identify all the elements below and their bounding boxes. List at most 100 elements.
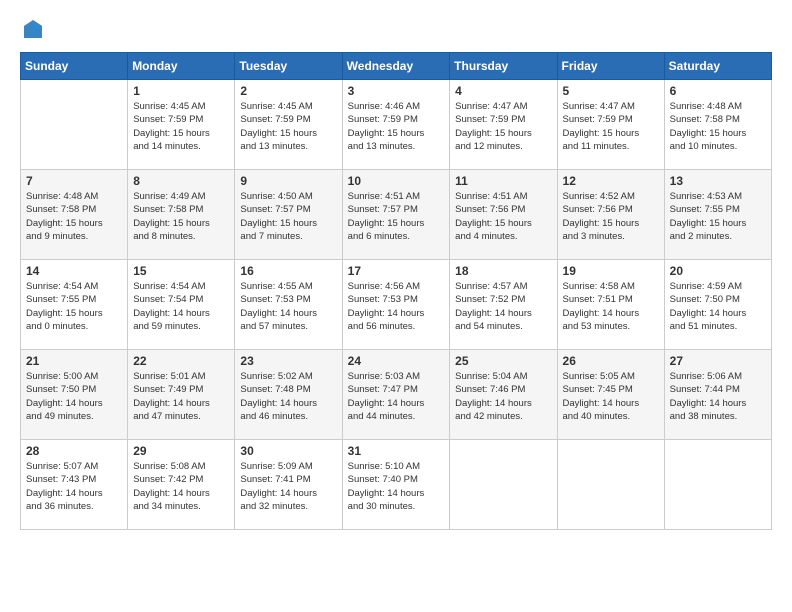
calendar-cell: 11 Sunrise: 4:51 AM Sunset: 7:56 PM Dayli… bbox=[450, 170, 557, 260]
cell-info: Sunrise: 5:08 AM Sunset: 7:42 PM Dayligh… bbox=[133, 460, 229, 513]
calendar-cell bbox=[557, 440, 664, 530]
day-number: 28 bbox=[26, 444, 122, 458]
logo-icon bbox=[22, 18, 44, 40]
day-number: 6 bbox=[670, 84, 766, 98]
day-number: 25 bbox=[455, 354, 551, 368]
calendar-cell: 24 Sunrise: 5:03 AM Sunset: 7:47 PM Dayli… bbox=[342, 350, 450, 440]
day-number: 4 bbox=[455, 84, 551, 98]
day-number: 30 bbox=[240, 444, 336, 458]
calendar-cell bbox=[21, 80, 128, 170]
calendar-cell: 26 Sunrise: 5:05 AM Sunset: 7:45 PM Dayli… bbox=[557, 350, 664, 440]
calendar-cell: 23 Sunrise: 5:02 AM Sunset: 7:48 PM Dayli… bbox=[235, 350, 342, 440]
column-header-sunday: Sunday bbox=[21, 53, 128, 80]
cell-info: Sunrise: 4:49 AM Sunset: 7:58 PM Dayligh… bbox=[133, 190, 229, 243]
day-number: 12 bbox=[563, 174, 659, 188]
cell-info: Sunrise: 4:45 AM Sunset: 7:59 PM Dayligh… bbox=[133, 100, 229, 153]
cell-info: Sunrise: 4:48 AM Sunset: 7:58 PM Dayligh… bbox=[26, 190, 122, 243]
calendar-cell: 30 Sunrise: 5:09 AM Sunset: 7:41 PM Dayli… bbox=[235, 440, 342, 530]
calendar-week-row: 1 Sunrise: 4:45 AM Sunset: 7:59 PM Daylig… bbox=[21, 80, 772, 170]
cell-info: Sunrise: 5:07 AM Sunset: 7:43 PM Dayligh… bbox=[26, 460, 122, 513]
cell-info: Sunrise: 5:10 AM Sunset: 7:40 PM Dayligh… bbox=[348, 460, 445, 513]
cell-info: Sunrise: 5:01 AM Sunset: 7:49 PM Dayligh… bbox=[133, 370, 229, 423]
day-number: 13 bbox=[670, 174, 766, 188]
cell-info: Sunrise: 4:58 AM Sunset: 7:51 PM Dayligh… bbox=[563, 280, 659, 333]
calendar-cell: 10 Sunrise: 4:51 AM Sunset: 7:57 PM Dayli… bbox=[342, 170, 450, 260]
day-number: 27 bbox=[670, 354, 766, 368]
cell-info: Sunrise: 4:59 AM Sunset: 7:50 PM Dayligh… bbox=[670, 280, 766, 333]
column-header-tuesday: Tuesday bbox=[235, 53, 342, 80]
calendar-header-row: SundayMondayTuesdayWednesdayThursdayFrid… bbox=[21, 53, 772, 80]
calendar-cell: 5 Sunrise: 4:47 AM Sunset: 7:59 PM Daylig… bbox=[557, 80, 664, 170]
day-number: 22 bbox=[133, 354, 229, 368]
calendar-week-row: 28 Sunrise: 5:07 AM Sunset: 7:43 PM Dayli… bbox=[21, 440, 772, 530]
column-header-saturday: Saturday bbox=[664, 53, 771, 80]
cell-info: Sunrise: 5:02 AM Sunset: 7:48 PM Dayligh… bbox=[240, 370, 336, 423]
day-number: 10 bbox=[348, 174, 445, 188]
day-number: 9 bbox=[240, 174, 336, 188]
calendar-cell: 15Sunrise: 4:54 AM Sunset: 7:54 PM Dayli… bbox=[128, 260, 235, 350]
cell-info: Sunrise: 5:03 AM Sunset: 7:47 PM Dayligh… bbox=[348, 370, 445, 423]
calendar-cell: 17 Sunrise: 4:56 AM Sunset: 7:53 PM Dayli… bbox=[342, 260, 450, 350]
calendar-week-row: 21Sunrise: 5:00 AM Sunset: 7:50 PM Dayli… bbox=[21, 350, 772, 440]
day-number: 11 bbox=[455, 174, 551, 188]
calendar-cell: 27 Sunrise: 5:06 AM Sunset: 7:44 PM Dayli… bbox=[664, 350, 771, 440]
day-number: 17 bbox=[348, 264, 445, 278]
calendar-cell: 18 Sunrise: 4:57 AM Sunset: 7:52 PM Dayli… bbox=[450, 260, 557, 350]
calendar-cell: 22 Sunrise: 5:01 AM Sunset: 7:49 PM Dayli… bbox=[128, 350, 235, 440]
calendar-cell: 21Sunrise: 5:00 AM Sunset: 7:50 PM Dayli… bbox=[21, 350, 128, 440]
calendar-cell: 25 Sunrise: 5:04 AM Sunset: 7:46 PM Dayli… bbox=[450, 350, 557, 440]
day-number: 20 bbox=[670, 264, 766, 278]
day-number: 3 bbox=[348, 84, 445, 98]
calendar-cell: 1 Sunrise: 4:45 AM Sunset: 7:59 PM Daylig… bbox=[128, 80, 235, 170]
day-number: 19 bbox=[563, 264, 659, 278]
day-number: 23 bbox=[240, 354, 336, 368]
calendar-week-row: 7 Sunrise: 4:48 AM Sunset: 7:58 PM Daylig… bbox=[21, 170, 772, 260]
calendar-cell: 4 Sunrise: 4:47 AM Sunset: 7:59 PM Daylig… bbox=[450, 80, 557, 170]
day-number: 7 bbox=[26, 174, 122, 188]
page-header bbox=[20, 20, 772, 36]
day-number: 14 bbox=[26, 264, 122, 278]
day-number: 5 bbox=[563, 84, 659, 98]
calendar-cell: 2Sunrise: 4:45 AM Sunset: 7:59 PM Daylig… bbox=[235, 80, 342, 170]
calendar-cell bbox=[664, 440, 771, 530]
calendar-cell bbox=[450, 440, 557, 530]
logo bbox=[20, 20, 44, 36]
column-header-friday: Friday bbox=[557, 53, 664, 80]
cell-info: Sunrise: 4:51 AM Sunset: 7:57 PM Dayligh… bbox=[348, 190, 445, 243]
cell-info: Sunrise: 5:05 AM Sunset: 7:45 PM Dayligh… bbox=[563, 370, 659, 423]
calendar-cell: 28 Sunrise: 5:07 AM Sunset: 7:43 PM Dayli… bbox=[21, 440, 128, 530]
calendar-cell: 12 Sunrise: 4:52 AM Sunset: 7:56 PM Dayli… bbox=[557, 170, 664, 260]
cell-info: Sunrise: 4:57 AM Sunset: 7:52 PM Dayligh… bbox=[455, 280, 551, 333]
calendar-cell: 7 Sunrise: 4:48 AM Sunset: 7:58 PM Daylig… bbox=[21, 170, 128, 260]
calendar-cell: 6 Sunrise: 4:48 AM Sunset: 7:58 PM Daylig… bbox=[664, 80, 771, 170]
calendar-cell: 20 Sunrise: 4:59 AM Sunset: 7:50 PM Dayli… bbox=[664, 260, 771, 350]
day-number: 18 bbox=[455, 264, 551, 278]
day-number: 24 bbox=[348, 354, 445, 368]
cell-info: Sunrise: 4:53 AM Sunset: 7:55 PM Dayligh… bbox=[670, 190, 766, 243]
cell-info: Sunrise: 4:47 AM Sunset: 7:59 PM Dayligh… bbox=[455, 100, 551, 153]
cell-info: Sunrise: 4:52 AM Sunset: 7:56 PM Dayligh… bbox=[563, 190, 659, 243]
calendar-cell: 14 Sunrise: 4:54 AM Sunset: 7:55 PM Dayli… bbox=[21, 260, 128, 350]
cell-info: Sunrise: 4:46 AM Sunset: 7:59 PM Dayligh… bbox=[348, 100, 445, 153]
cell-info: Sunrise: 4:51 AM Sunset: 7:56 PM Dayligh… bbox=[455, 190, 551, 243]
cell-info: Sunrise: 4:45 AM Sunset: 7:59 PM Dayligh… bbox=[240, 100, 336, 153]
cell-info: Sunrise: 4:48 AM Sunset: 7:58 PM Dayligh… bbox=[670, 100, 766, 153]
column-header-thursday: Thursday bbox=[450, 53, 557, 80]
cell-info: Sunrise: 4:54 AM Sunset: 7:55 PM Dayligh… bbox=[26, 280, 122, 333]
calendar-cell: 3 Sunrise: 4:46 AM Sunset: 7:59 PM Daylig… bbox=[342, 80, 450, 170]
cell-info: Sunrise: 4:47 AM Sunset: 7:59 PM Dayligh… bbox=[563, 100, 659, 153]
day-number: 8 bbox=[133, 174, 229, 188]
calendar-cell: 13 Sunrise: 4:53 AM Sunset: 7:55 PM Dayli… bbox=[664, 170, 771, 260]
day-number: 15 bbox=[133, 264, 229, 278]
day-number: 26 bbox=[563, 354, 659, 368]
calendar-cell: 16Sunrise: 4:55 AM Sunset: 7:53 PM Dayli… bbox=[235, 260, 342, 350]
cell-info: Sunrise: 5:09 AM Sunset: 7:41 PM Dayligh… bbox=[240, 460, 336, 513]
column-header-wednesday: Wednesday bbox=[342, 53, 450, 80]
day-number: 31 bbox=[348, 444, 445, 458]
cell-info: Sunrise: 5:06 AM Sunset: 7:44 PM Dayligh… bbox=[670, 370, 766, 423]
day-number: 1 bbox=[133, 84, 229, 98]
cell-info: Sunrise: 4:56 AM Sunset: 7:53 PM Dayligh… bbox=[348, 280, 445, 333]
day-number: 21 bbox=[26, 354, 122, 368]
column-header-monday: Monday bbox=[128, 53, 235, 80]
cell-info: Sunrise: 5:04 AM Sunset: 7:46 PM Dayligh… bbox=[455, 370, 551, 423]
